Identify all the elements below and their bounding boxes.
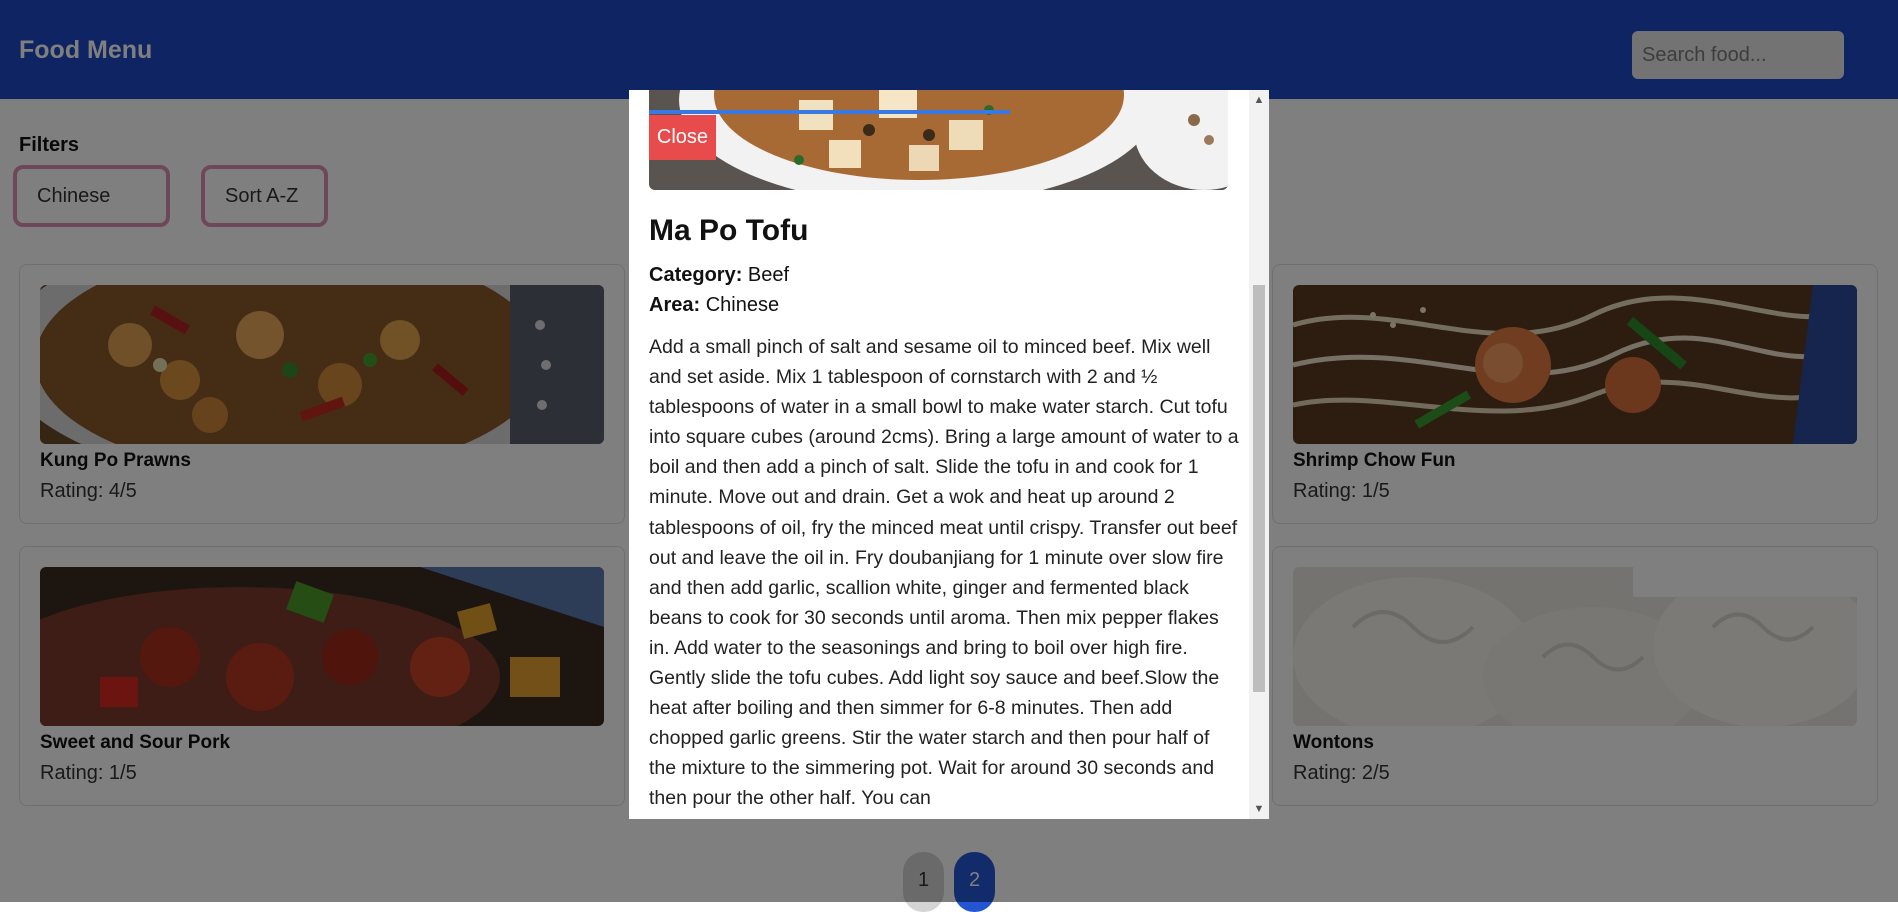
meal-detail-modal: Close Ma Po Tofu Category: Beef Area: Ch… [629, 90, 1269, 819]
meal-area: Area: Chinese [649, 294, 779, 317]
scroll-down-icon[interactable]: ▼ [1249, 799, 1269, 819]
meal-category: Category: Beef [649, 264, 789, 287]
meal-image [649, 90, 1228, 190]
area-value: Chinese [700, 294, 780, 316]
image-loading-bar [649, 110, 1010, 114]
meal-title: Ma Po Tofu [649, 214, 809, 247]
modal-scrollbar[interactable]: ▲ ▼ [1249, 90, 1269, 819]
scroll-up-icon[interactable]: ▲ [1249, 90, 1269, 110]
meal-instructions: Add a small pinch of salt and sesame oil… [649, 336, 1239, 810]
category-value: Beef [742, 264, 790, 286]
scrollbar-thumb[interactable] [1253, 285, 1265, 692]
area-label: Area: [649, 294, 701, 316]
category-label: Category: [649, 264, 743, 286]
close-button[interactable]: Close [649, 115, 716, 160]
